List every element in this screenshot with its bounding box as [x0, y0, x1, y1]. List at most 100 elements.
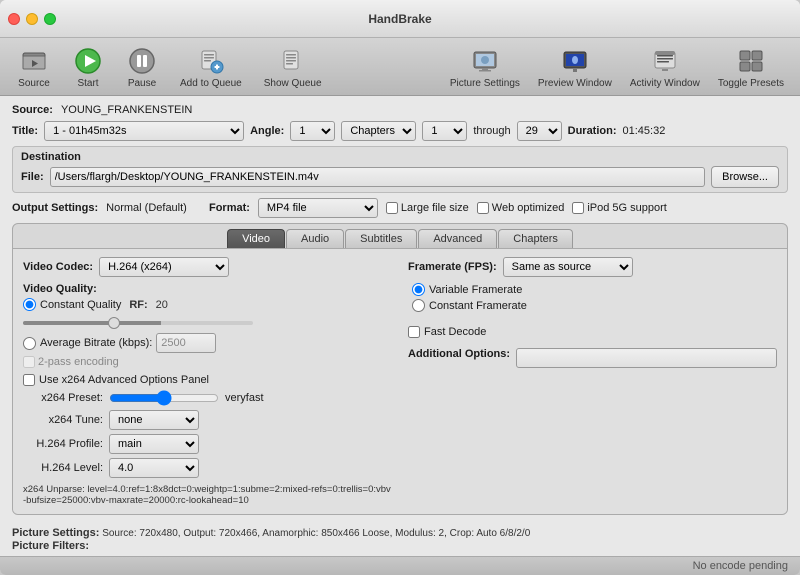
quality-slider[interactable] — [23, 321, 253, 325]
constant-framerate-radio[interactable] — [412, 299, 425, 312]
add-queue-label: Add to Queue — [180, 78, 242, 89]
picture-filters-info: Picture Filters: — [12, 540, 788, 552]
output-preset: Normal (Default) — [106, 202, 187, 214]
toolbar-add-queue[interactable]: Add to Queue — [170, 41, 252, 93]
variable-framerate-label[interactable]: Variable Framerate — [412, 283, 777, 296]
fast-decode-checkbox[interactable] — [408, 326, 420, 338]
two-pass-checkbox[interactable] — [23, 356, 35, 368]
avg-bitrate-radio-label[interactable]: Average Bitrate (kbps): — [23, 333, 392, 353]
toolbar-show-queue[interactable]: Show Queue — [254, 41, 332, 93]
x264-unparse-text: x264 Unparse: level=4.0:ref=1:8x8dct=0:w… — [23, 484, 392, 506]
source-value: YOUNG_FRANKENSTEIN — [61, 104, 192, 116]
picture-settings-info: Picture Settings: Source: 720x480, Outpu… — [12, 527, 788, 539]
web-opt-label[interactable]: Web optimized — [477, 202, 565, 214]
through-label: through — [473, 125, 510, 137]
web-opt-text: Web optimized — [492, 202, 565, 214]
window-title: HandBrake — [368, 12, 431, 26]
x264-options-checkbox[interactable] — [23, 374, 35, 386]
additional-options-input[interactable] — [516, 348, 777, 368]
toolbar-activity-window[interactable]: Activity Window — [622, 41, 708, 93]
additional-options-row: Additional Options: — [408, 348, 777, 368]
fast-decode-row[interactable]: Fast Decode — [408, 326, 777, 338]
toolbar-preview-window[interactable]: Preview Window — [530, 41, 620, 93]
constant-framerate-text: Constant Framerate — [429, 300, 527, 312]
x264-options-label: Use x264 Advanced Options Panel — [39, 374, 209, 386]
tab-bar: Video Audio Subtitles Advanced Chapters — [13, 224, 787, 248]
x264-tune-label: x264 Tune: — [23, 414, 103, 426]
source-label: Source — [18, 78, 50, 89]
h264-profile-select[interactable]: main — [109, 434, 199, 454]
tab-content-video: Video Codec: H.264 (x264) Video Quality:… — [13, 248, 787, 514]
right-column: Framerate (FPS): Same as source Variable… — [408, 257, 777, 506]
status-text: No encode pending — [693, 560, 788, 572]
two-pass-text: 2-pass encoding — [38, 356, 119, 368]
chapter-to-select[interactable]: 29 — [517, 121, 562, 141]
fps-row: Framerate (FPS): Same as source — [408, 257, 777, 277]
tab-advanced[interactable]: Advanced — [418, 229, 497, 248]
file-input[interactable] — [50, 167, 706, 187]
minimize-button[interactable] — [26, 13, 38, 25]
large-file-label[interactable]: Large file size — [386, 202, 469, 214]
picture-settings-icon — [469, 45, 501, 77]
left-column: Video Codec: H.264 (x264) Video Quality:… — [23, 257, 392, 506]
tab-video[interactable]: Video — [227, 229, 285, 248]
x264-tune-select[interactable]: none — [109, 410, 199, 430]
constant-quality-radio[interactable] — [23, 298, 36, 311]
large-file-text: Large file size — [401, 202, 469, 214]
avg-bitrate-radio[interactable] — [23, 337, 36, 350]
additional-options-label: Additional Options: — [408, 348, 510, 360]
start-icon — [72, 45, 104, 77]
chapter-from-select[interactable]: 1 — [422, 121, 467, 141]
maximize-button[interactable] — [44, 13, 56, 25]
toolbar-picture-settings[interactable]: Picture Settings — [442, 41, 528, 93]
ipod-label[interactable]: iPod 5G support — [572, 202, 667, 214]
constant-quality-text: Constant Quality — [40, 299, 121, 311]
large-file-checkbox[interactable] — [386, 202, 398, 214]
avg-bitrate-text: Average Bitrate (kbps): — [40, 337, 152, 349]
two-pass-row: 2-pass encoding — [23, 356, 392, 368]
chapters-type-select[interactable]: Chapters — [341, 121, 416, 141]
codec-select[interactable]: H.264 (x264) — [99, 257, 229, 277]
fps-label: Framerate (FPS): — [408, 261, 497, 273]
codec-label: Video Codec: — [23, 261, 93, 273]
tab-chapters[interactable]: Chapters — [498, 229, 573, 248]
format-select[interactable]: MP4 file — [258, 198, 378, 218]
output-settings-label: Output Settings: — [12, 202, 98, 214]
constant-framerate-label[interactable]: Constant Framerate — [412, 299, 777, 312]
add-queue-icon — [195, 45, 227, 77]
source-label: Source: — [12, 104, 53, 116]
web-opt-checkbox[interactable] — [477, 202, 489, 214]
toolbar-start[interactable]: Start — [62, 41, 114, 93]
close-button[interactable] — [8, 13, 20, 25]
video-quality-section: Video Quality: Constant Quality RF: 20 — [23, 283, 392, 368]
ipod-checkbox[interactable] — [572, 202, 584, 214]
activity-window-icon — [649, 45, 681, 77]
h264-level-label: H.264 Level: — [23, 462, 103, 474]
tab-subtitles[interactable]: Subtitles — [345, 229, 417, 248]
status-bar: No encode pending — [0, 556, 800, 575]
variable-framerate-radio[interactable] — [412, 283, 425, 296]
browse-button[interactable]: Browse... — [711, 166, 779, 188]
toolbar-pause[interactable]: Pause — [116, 41, 168, 93]
rf-value: 20 — [156, 299, 168, 311]
title-select[interactable]: 1 - 01h45m32s — [44, 121, 244, 141]
fps-select[interactable]: Same as source — [503, 257, 633, 277]
h264-level-select[interactable]: 4.0 — [109, 458, 199, 478]
toggle-presets-label: Toggle Presets — [718, 78, 784, 89]
x264-options-row: Use x264 Advanced Options Panel — [23, 374, 392, 386]
framerate-options: Variable Framerate Constant Framerate — [412, 283, 777, 312]
bitrate-input[interactable] — [156, 333, 216, 353]
constant-quality-radio-label[interactable]: Constant Quality RF: 20 — [23, 298, 392, 311]
picture-settings-info-label: Picture Settings: — [12, 527, 99, 539]
toolbar: Source Start Pause — [0, 38, 800, 96]
pause-label: Pause — [128, 78, 156, 89]
h264-level-row: H.264 Level: 4.0 — [23, 458, 392, 478]
toolbar-source[interactable]: Source — [8, 41, 60, 93]
duration-label: Duration: — [568, 125, 617, 137]
h264-profile-label: H.264 Profile: — [23, 438, 103, 450]
angle-select[interactable]: 1 — [290, 121, 335, 141]
x264-preset-slider[interactable] — [109, 390, 219, 406]
h264-profile-row: H.264 Profile: main — [23, 434, 392, 454]
toolbar-toggle-presets[interactable]: Toggle Presets — [710, 41, 792, 93]
tab-audio[interactable]: Audio — [286, 229, 344, 248]
